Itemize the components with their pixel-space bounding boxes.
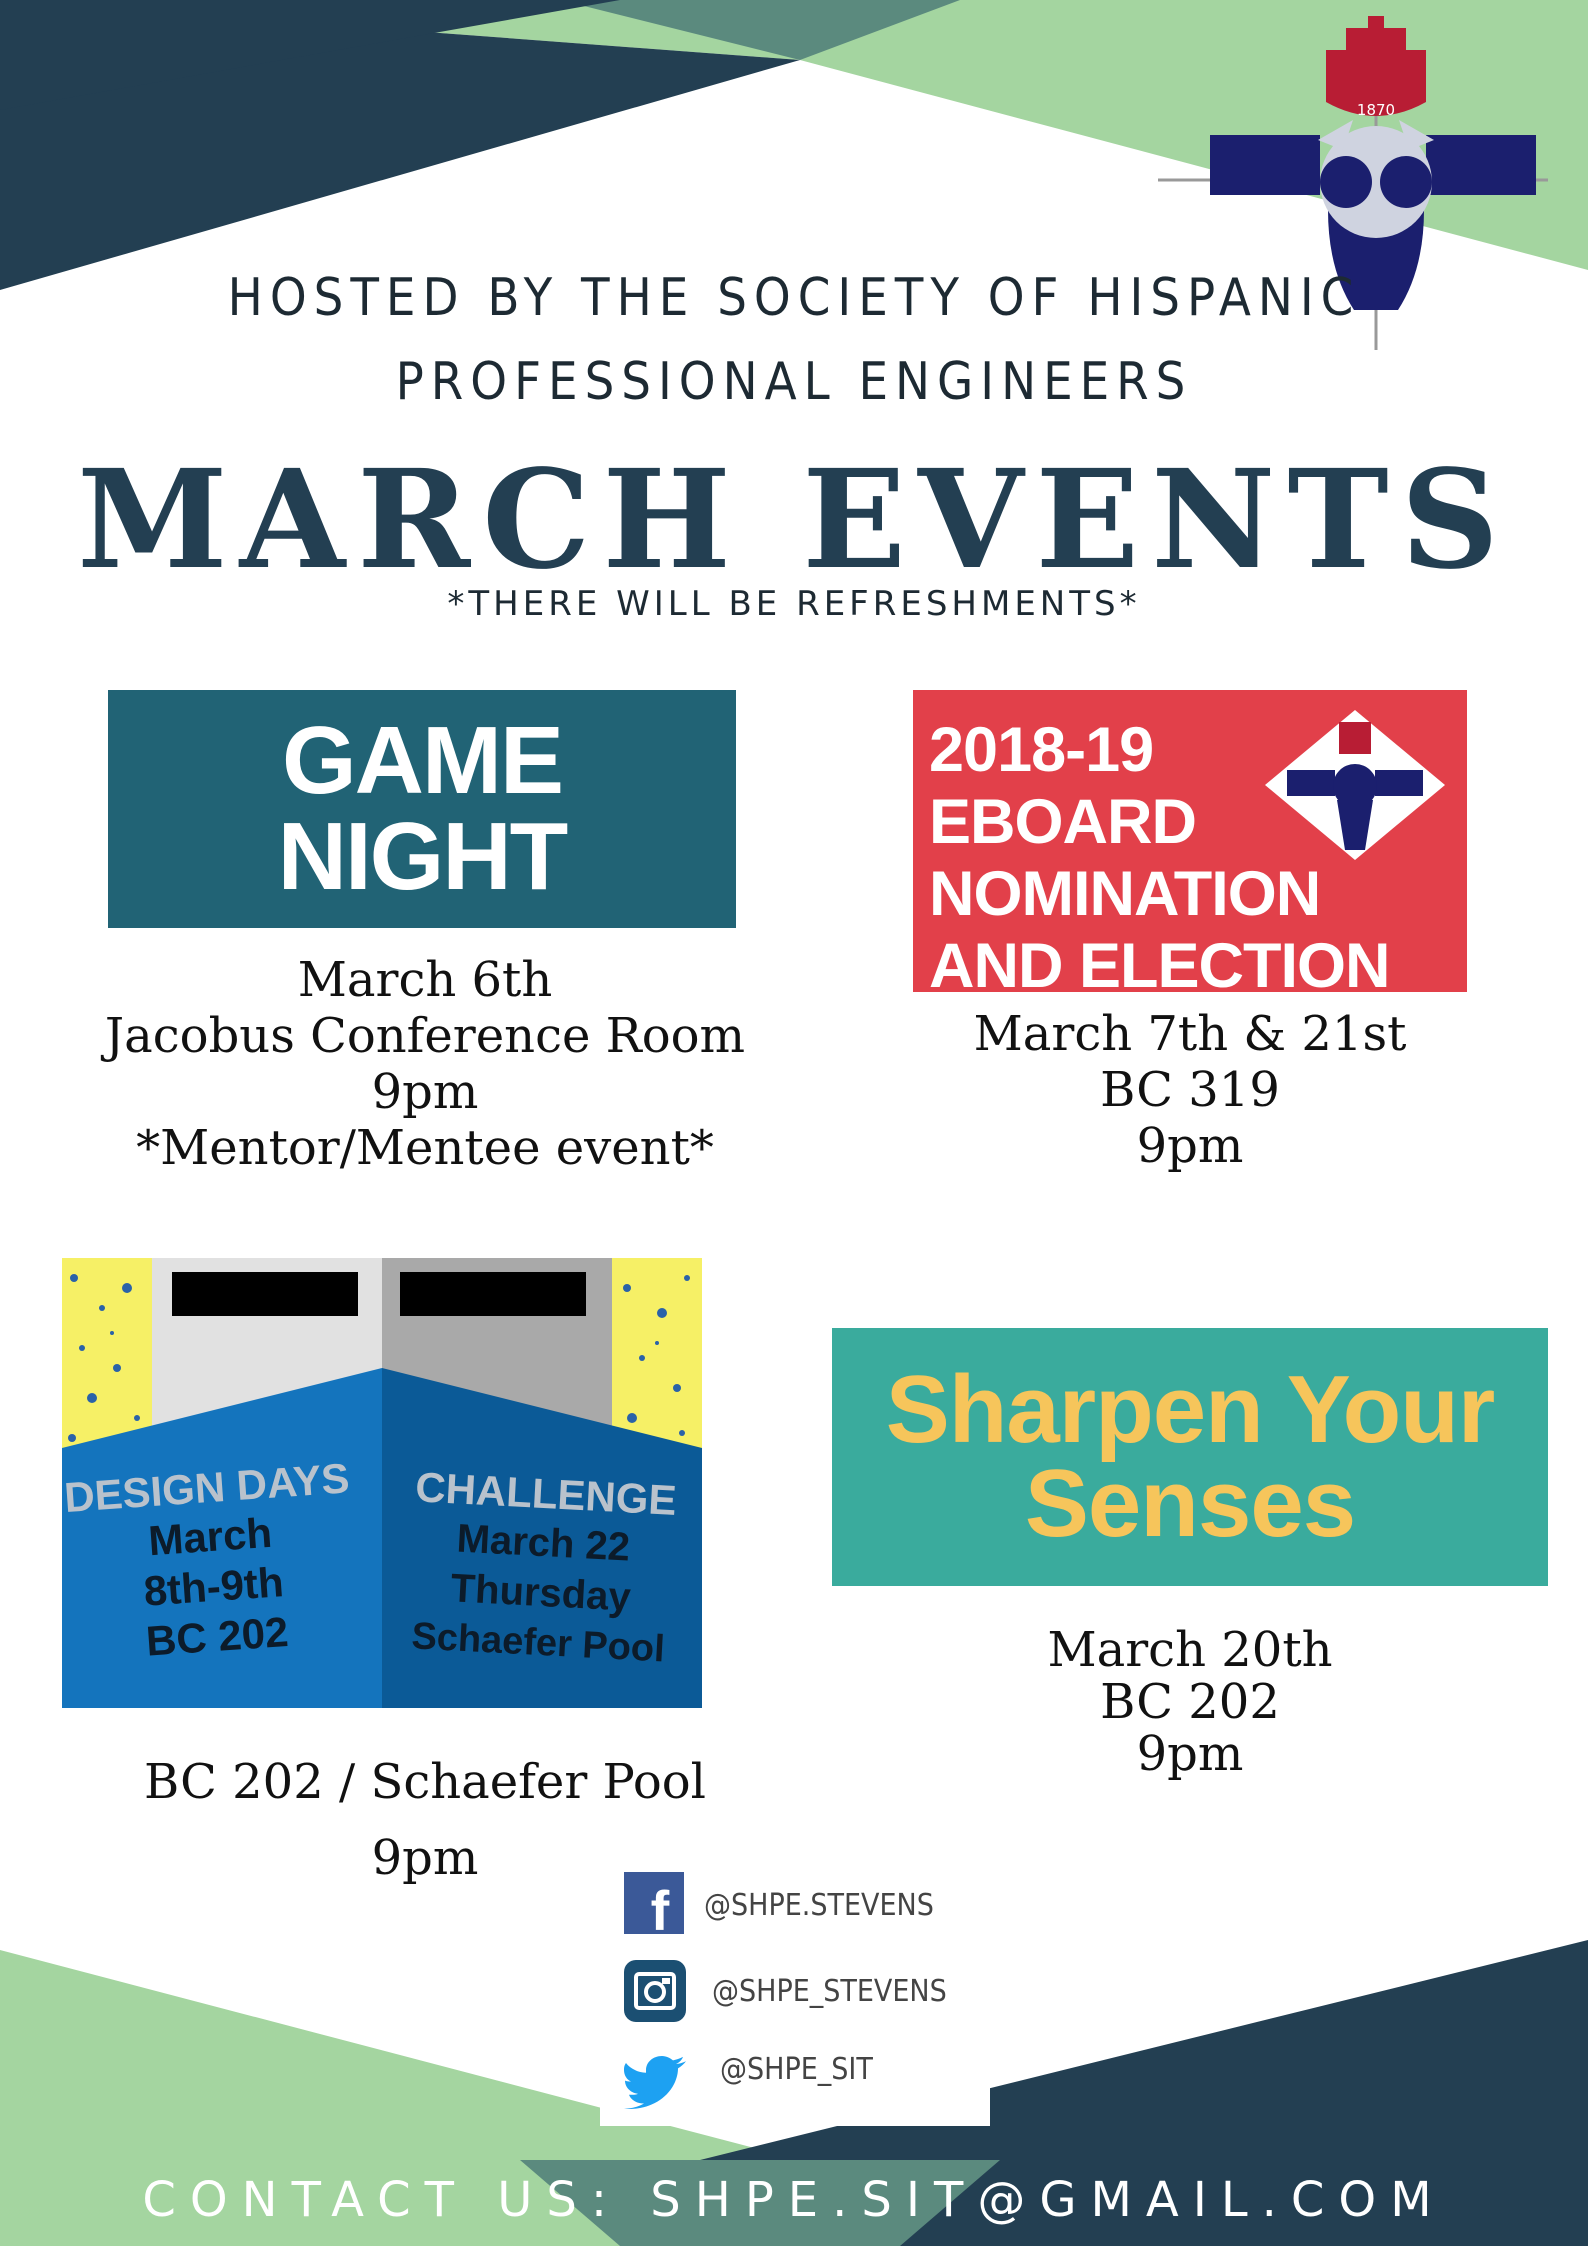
sharpen-location: BC 202	[1100, 1674, 1280, 1730]
page-title: MARCH EVENTS	[77, 440, 1511, 600]
design-days-right-text: CHALLENGE March 22 Thursday Schaefer Poo…	[387, 1462, 697, 1675]
sharpen-banner-line-2: Senses	[1024, 1450, 1356, 1557]
sharpen-details: March 20th BC 202 9pm	[880, 1624, 1500, 1780]
game-night-date: March 6th	[297, 952, 553, 1008]
eboard-details: March 7th & 21st BC 319 9pm	[880, 1006, 1500, 1174]
instagram-row[interactable]: @SHPE_STEVENS	[624, 1960, 984, 2024]
twitter-handle[interactable]: @SHPE_SIT	[720, 2052, 873, 2087]
game-night-banner-line-1: GAME	[281, 707, 564, 814]
eboard-line-3: NOMINATION	[929, 859, 1321, 929]
eboard-date: March 7th & 21st	[973, 1006, 1407, 1062]
eboard-seal-icon	[1265, 710, 1445, 860]
eboard-line-4: AND ELECTION	[929, 931, 1390, 992]
game-night-banner-line-2: NIGHT	[277, 803, 569, 910]
design-days-location: BC 202 / Schaefer Pool	[143, 1754, 707, 1810]
design-days-left-text: DESIGN DAYS March 8th-9th BC 202	[62, 1454, 369, 1672]
sharpen-date: March 20th	[1047, 1622, 1333, 1678]
seal-year: 1870	[1357, 101, 1395, 119]
instagram-handle[interactable]: @SHPE_STEVENS	[712, 1974, 947, 2009]
facebook-icon: f	[624, 1872, 684, 1934]
sharpen-banner-line-1: Sharpen Your	[885, 1356, 1496, 1463]
design-days-graphic: DESIGN DAYS March 8th-9th BC 202 CHALLEN…	[62, 1258, 702, 1708]
game-night-note: *Mentor/Mentee event*	[136, 1120, 714, 1176]
twitter-row[interactable]: @SHPE_SIT	[624, 2048, 984, 2112]
twitter-icon	[624, 2056, 686, 2110]
facebook-row[interactable]: f @SHPE.STEVENS	[624, 1872, 984, 1936]
facebook-handle[interactable]: @SHPE.STEVENS	[704, 1888, 934, 1923]
game-night-time: 9pm	[371, 1064, 479, 1120]
refreshments-note: *THERE WILL BE REFRESHMENTS*	[447, 584, 1141, 624]
hosted-line-1: HOSTED BY THE SOCIETY OF HISPANIC	[227, 268, 1361, 328]
eboard-location: BC 319	[1100, 1062, 1280, 1118]
sharpen-time: 9pm	[1136, 1726, 1244, 1782]
svg-text:f: f	[651, 1879, 670, 1934]
eboard-time: 9pm	[1136, 1118, 1244, 1174]
hosted-by-text: HOSTED BY THE SOCIETY OF HISPANIC PROFES…	[0, 256, 1588, 424]
instagram-icon	[624, 1960, 686, 2022]
hosted-line-2: PROFESSIONAL ENGINEERS	[395, 352, 1193, 412]
sharpen-senses-banner: Sharpen Your Senses	[832, 1328, 1548, 1586]
game-night-location: Jacobus Conference Room	[104, 1008, 746, 1064]
eboard-banner: 2018-19 EBOARD NOMINATION AND ELECTION	[913, 690, 1467, 992]
game-night-details: March 6th Jacobus Conference Room 9pm *M…	[40, 952, 810, 1176]
game-night-banner: GAME NIGHT	[108, 690, 736, 928]
contact-email[interactable]: CONTACT US: SHPE.SIT@GMAIL.COM	[0, 2172, 1588, 2228]
